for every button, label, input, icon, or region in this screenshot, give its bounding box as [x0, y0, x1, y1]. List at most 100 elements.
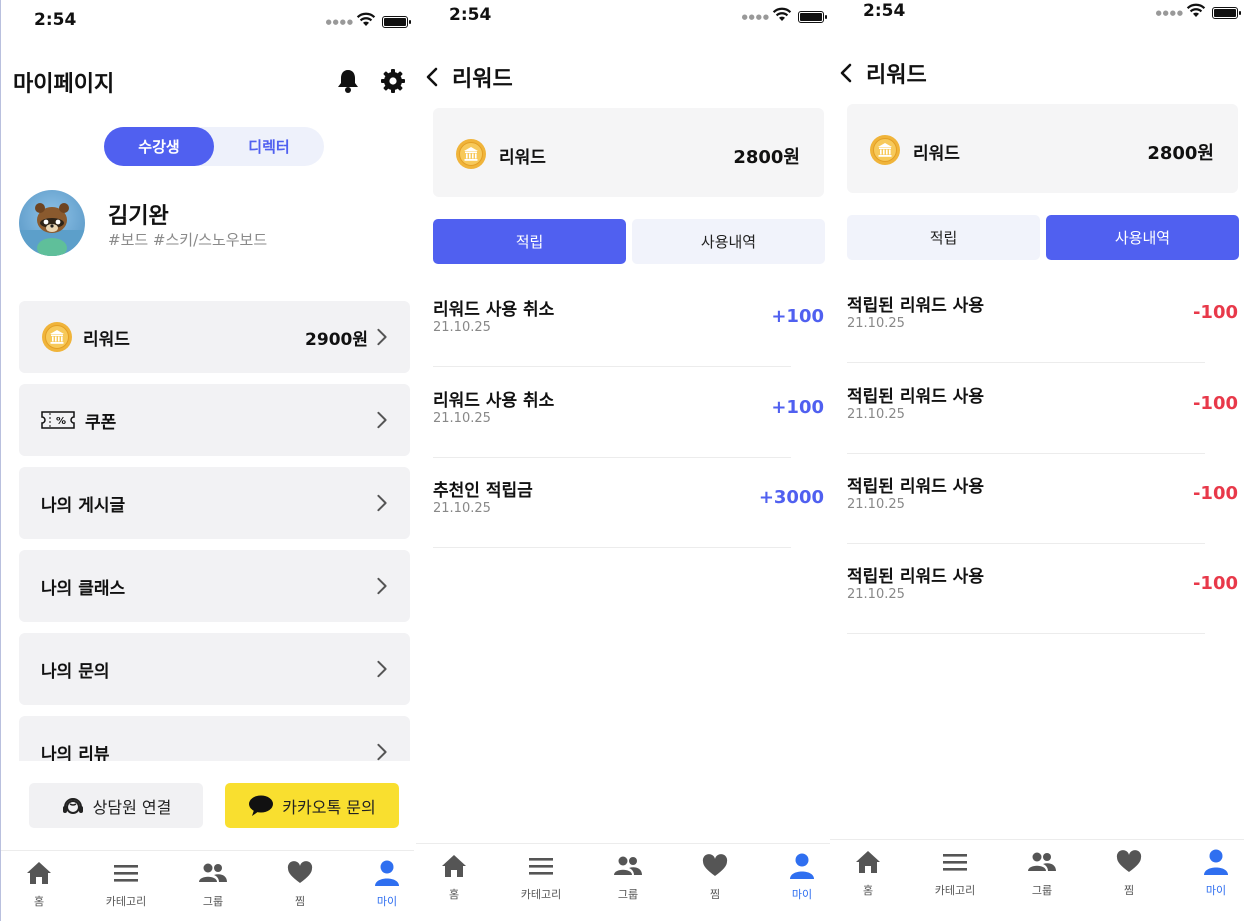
kakao-inquiry-button[interactable]: 카카오톡 문의: [225, 783, 399, 828]
menu-item-classes[interactable]: 나의 클래스: [19, 550, 410, 622]
item-value: -100: [1192, 302, 1238, 323]
nav-tab-home[interactable]: 홈: [424, 852, 484, 902]
wifi-icon: [356, 12, 376, 28]
nav-tab-category[interactable]: 카테고리: [511, 852, 571, 902]
avatar[interactable]: [19, 190, 85, 256]
toggle-director[interactable]: 디렉터: [214, 127, 324, 166]
nav-tab-category[interactable]: 카테고리: [96, 859, 156, 909]
menu-item-reward[interactable]: 리워드 2900원: [19, 301, 410, 373]
status-time: 2:54: [34, 10, 77, 30]
counsel-button[interactable]: 상담원 연결: [29, 783, 203, 828]
wifi-icon: [1186, 3, 1206, 19]
reward-amount: 2800원: [1147, 143, 1214, 164]
nav-tab-likes[interactable]: 찜: [1099, 848, 1159, 898]
tab-earn[interactable]: 적립: [433, 219, 626, 264]
item-date: 21.10.25: [847, 587, 905, 602]
chevron-right-icon: [376, 660, 388, 678]
menu-item-label: 나의 문의: [41, 661, 110, 682]
reward-amount: 2800원: [733, 147, 800, 168]
wifi-icon: [772, 7, 792, 23]
menu-icon: [112, 862, 140, 884]
bottom-nav: 홈 카테고리 그룹 찜 마이: [1, 850, 414, 921]
back-arrow-icon[interactable]: [840, 63, 852, 83]
nav-tab-likes[interactable]: 찜: [685, 852, 745, 902]
nav-tab-home[interactable]: 홈: [838, 848, 898, 898]
battery-icon: [798, 11, 827, 23]
person-icon: [789, 852, 815, 880]
battery-icon: [1212, 7, 1241, 19]
item-date: 21.10.25: [847, 316, 905, 331]
list-item[interactable]: 적립된 리워드 사용 21.10.25 -100: [847, 453, 1238, 544]
tab-earn[interactable]: 적립: [847, 215, 1040, 260]
header: 리워드: [840, 57, 927, 89]
menu-item-label: 쿠폰: [85, 412, 117, 433]
coin-icon: [41, 321, 73, 353]
mypage-screen: 2:54 ●●●● 마이페이지 수강생 디렉터 김기완 #보드 #스키/스노우보…: [0, 0, 414, 921]
item-value: +3000: [758, 487, 824, 508]
menu-icon: [941, 851, 969, 873]
nav-label: 찜: [709, 888, 721, 901]
item-title: 적립된 리워드 사용: [847, 477, 984, 497]
nav-tab-group[interactable]: 그룹: [183, 859, 243, 909]
list-item[interactable]: 적립된 리워드 사용 21.10.25 -100: [847, 272, 1238, 363]
nav-tab-home[interactable]: 홈: [9, 859, 69, 909]
back-arrow-icon[interactable]: [426, 67, 438, 87]
item-title: 리워드 사용 취소: [433, 300, 555, 320]
nav-tab-my[interactable]: 마이: [1186, 848, 1244, 898]
page-title: 리워드: [452, 67, 513, 92]
nav-label: 홈: [862, 884, 874, 897]
list-item[interactable]: 리워드 사용 취소 21.10.25 +100: [433, 367, 824, 458]
nav-tab-my[interactable]: 마이: [357, 859, 414, 909]
list-item[interactable]: 적립된 리워드 사용 21.10.25 -100: [847, 543, 1238, 634]
nav-tab-group[interactable]: 그룹: [1012, 848, 1072, 898]
chevron-right-icon: [376, 411, 388, 429]
coupon-icon: %: [41, 410, 75, 430]
menu-item-posts[interactable]: 나의 게시글: [19, 467, 410, 539]
menu-item-coupon[interactable]: % 쿠폰: [19, 384, 410, 456]
nav-tab-likes[interactable]: 찜: [270, 859, 330, 909]
menu-item-label: 나의 리뷰: [41, 744, 110, 762]
nav-label: 마이: [791, 888, 813, 901]
reward-earn-screen: 2:54 ●●●● 리워드 리워드 2800원 적립 사용내역 리워드 사용 취…: [416, 0, 830, 921]
heart-icon: [702, 854, 728, 878]
avatar-character-image: [19, 203, 85, 256]
toggle-student[interactable]: 수강생: [104, 127, 214, 166]
chevron-right-icon: [376, 494, 388, 512]
nav-tab-my[interactable]: 마이: [772, 852, 830, 902]
menu-item-reviews[interactable]: 나의 리뷰: [19, 716, 410, 761]
reward-balance-card: 리워드 2800원: [433, 108, 824, 197]
chevron-right-icon: [376, 328, 388, 346]
reward-balance-card: 리워드 2800원: [847, 104, 1238, 193]
list-item[interactable]: 적립된 리워드 사용 21.10.25 -100: [847, 363, 1238, 454]
list-item[interactable]: 추천인 적립금 21.10.25 +3000: [433, 457, 824, 548]
bottom-nav: 홈 카테고리 그룹 찜 마이: [416, 843, 830, 921]
status-bar: 2:54 ●●●●: [1, 10, 414, 50]
counsel-label: 상담원 연결: [92, 797, 172, 817]
divider: [433, 547, 791, 548]
tab-usage[interactable]: 사용내역: [632, 219, 825, 264]
item-title: 적립된 리워드 사용: [847, 387, 984, 407]
battery-icon: [382, 16, 411, 28]
menu-item-inquiries[interactable]: 나의 문의: [19, 633, 410, 705]
menu-item-label: 나의 게시글: [41, 495, 126, 516]
bell-icon[interactable]: [333, 66, 363, 96]
chat-bubble-icon: [249, 795, 274, 816]
status-bar: 2:54 ●●●●: [416, 5, 830, 45]
headset-icon: [62, 797, 83, 814]
item-date: 21.10.25: [433, 501, 491, 516]
gear-icon[interactable]: [378, 66, 408, 96]
item-date: 21.10.25: [433, 411, 491, 426]
nav-tab-group[interactable]: 그룹: [598, 852, 658, 902]
nav-tab-category[interactable]: 카테고리: [925, 848, 985, 898]
item-title: 리워드 사용 취소: [433, 391, 555, 411]
nav-label: 홈: [448, 888, 460, 901]
profile-name: 김기완: [108, 204, 169, 229]
nav-label: 카테고리: [105, 895, 147, 908]
home-icon: [854, 849, 882, 875]
tab-usage[interactable]: 사용내역: [1046, 215, 1239, 260]
item-date: 21.10.25: [847, 407, 905, 422]
profile-tags: #보드 #스키/스노우보드: [108, 231, 268, 249]
list-item[interactable]: 리워드 사용 취소 21.10.25 +100: [433, 276, 824, 367]
item-value: +100: [771, 397, 824, 418]
page-title: 리워드: [866, 63, 927, 88]
